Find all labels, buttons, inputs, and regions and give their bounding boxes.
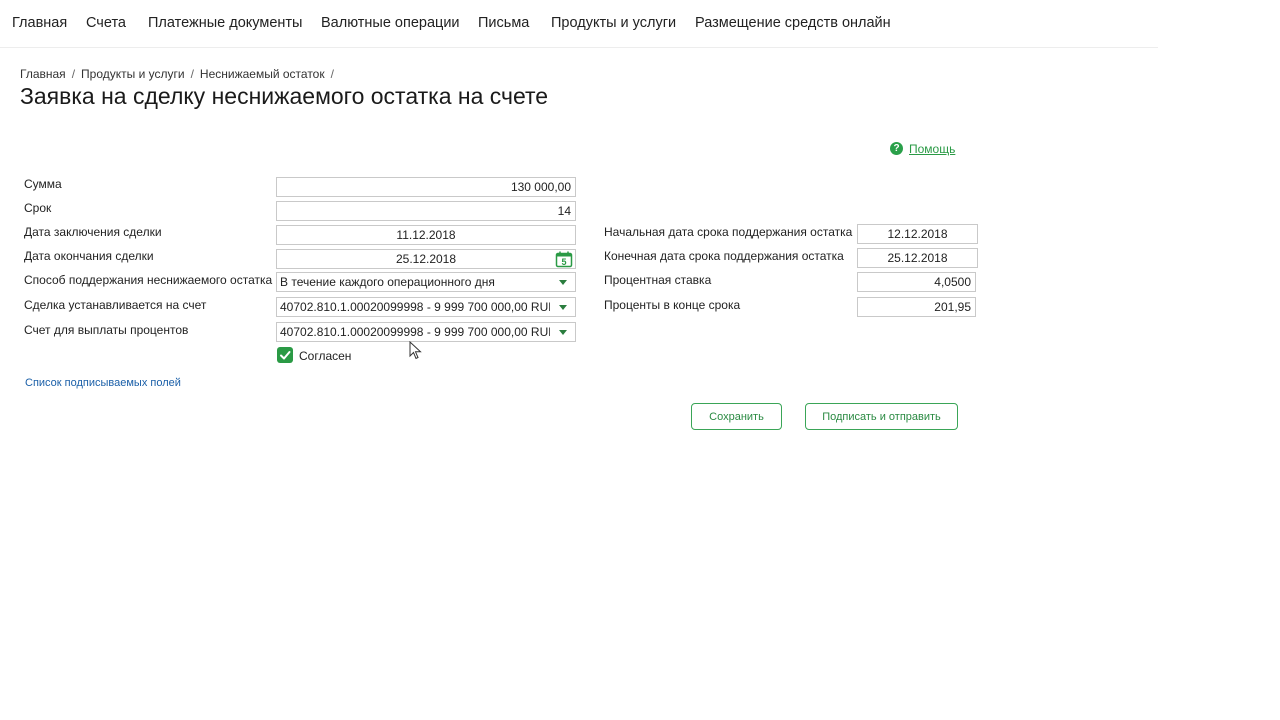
page-title: Заявка на сделку неснижаемого остатка на…	[20, 83, 549, 109]
breadcrumb-separator: /	[330, 67, 334, 81]
checkmark-icon	[280, 351, 291, 360]
interest-account-select[interactable]: 40702.810.1.00020099998 - 9 999 700 000,…	[276, 322, 576, 342]
rate-label: Процентная ставка	[604, 273, 712, 287]
method-select[interactable]: В течение каждого операционного дня	[276, 272, 576, 292]
agree-label[interactable]: Согласен	[299, 349, 351, 363]
end-support-label: Конечная дата срока поддержания остатка	[604, 249, 844, 263]
deal-account-select[interactable]: 40702.810.1.00020099998 - 9 999 700 000,…	[276, 297, 576, 317]
nav-item-online-deposit[interactable]: Размещение средств онлайн	[695, 15, 891, 31]
nav-item-letters[interactable]: Письма	[478, 15, 529, 31]
deal-date-label: Дата заключения сделки	[24, 225, 162, 239]
amount-label: Сумма	[24, 177, 62, 191]
help-link[interactable]: Помощь	[909, 142, 955, 156]
chevron-down-icon	[559, 305, 567, 310]
help-link-container[interactable]: ? Помощь	[890, 141, 955, 156]
breadcrumb-item-min-balance[interactable]: Неснижаемый остаток	[200, 67, 325, 81]
amount-input[interactable]: 130 000,00	[276, 177, 576, 197]
term-input[interactable]: 14	[276, 201, 576, 221]
deal-account-label: Сделка устанавливается на счет	[24, 298, 207, 312]
breadcrumb-separator: /	[190, 67, 194, 81]
chevron-down-icon	[559, 330, 567, 335]
breadcrumb-separator: /	[71, 67, 76, 81]
breadcrumb: Главная / Продукты и услуги / Неснижаемый ос…	[20, 67, 340, 81]
interest-account-select-value: 40702.810.1.00020099998 - 9 999 700 000,…	[280, 325, 550, 339]
rate-input[interactable]: 4,0500	[857, 272, 976, 292]
end-date-input[interactable]: 25.12.2018 5	[276, 249, 576, 269]
term-label: Срок	[24, 201, 52, 215]
nav-item-payment-docs[interactable]: Платежные документы	[148, 15, 302, 31]
nav-item-products[interactable]: Продукты и услуги	[551, 15, 676, 31]
interest-label: Проценты в конце срока	[604, 298, 741, 312]
interest-input[interactable]: 201,95	[857, 297, 976, 317]
nav-item-home[interactable]: Главная	[12, 15, 67, 31]
chevron-down-icon	[559, 280, 567, 285]
agree-checkbox[interactable]	[277, 347, 293, 363]
signed-fields-link[interactable]: Список подписываемых полей	[25, 377, 181, 389]
nav-item-accounts[interactable]: Счета	[86, 15, 126, 31]
calendar-icon[interactable]: 5	[555, 251, 573, 268]
end-support-input[interactable]: 25.12.2018	[857, 248, 978, 268]
nav-item-currency-ops[interactable]: Валютные операции	[321, 15, 460, 31]
save-button[interactable]: Сохранить	[691, 403, 782, 430]
deal-date-input[interactable]: 11.12.2018	[276, 225, 576, 245]
breadcrumb-item-home[interactable]: Главная	[20, 67, 66, 81]
top-navigation: Главная Счета Платежные документы Валютн…	[0, 0, 1158, 48]
breadcrumb-item-products[interactable]: Продукты и услуги	[81, 67, 185, 81]
end-date-value: 25.12.2018	[395, 252, 457, 266]
svg-text:5: 5	[561, 257, 566, 267]
start-support-label: Начальная дата срока поддержания остатка	[604, 225, 853, 239]
interest-account-label: Счет для выплаты процентов	[24, 323, 189, 337]
method-label: Способ поддержания неснижаемого остатка	[24, 273, 273, 287]
method-select-value: В течение каждого операционного дня	[280, 275, 495, 289]
sign-and-send-button[interactable]: Подписать и отправить	[805, 403, 958, 430]
deal-account-select-value: 40702.810.1.00020099998 - 9 999 700 000,…	[280, 300, 550, 314]
mouse-cursor-icon	[409, 341, 422, 360]
start-support-input[interactable]: 12.12.2018	[857, 224, 978, 244]
question-circle-icon: ?	[890, 142, 903, 156]
end-date-label: Дата окончания сделки	[24, 249, 154, 263]
